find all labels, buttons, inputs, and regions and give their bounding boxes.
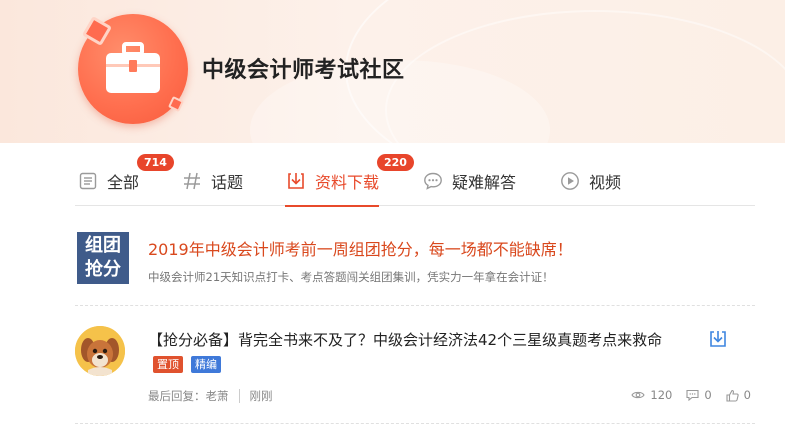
tab-label: 疑难解答 [452, 173, 517, 192]
tab-label: 全部 [107, 173, 140, 192]
thumbs-up-icon [726, 389, 739, 402]
pinned-tag: 置顶 [153, 356, 183, 373]
view-count: 120 [631, 388, 672, 402]
tab-label: 视频 [589, 173, 622, 192]
comment-icon [686, 389, 699, 401]
post-stats: 120 0 0 [617, 388, 751, 402]
list-icon [77, 170, 99, 192]
notice-subtitle: 中级会计师21天知识点打卡、考点答题闯关组团集训，凭实力一年拿在会计证！ [148, 270, 554, 284]
count-badge: 714 [137, 154, 174, 171]
avatar[interactable] [75, 326, 125, 376]
briefcase-icon [106, 42, 160, 93]
dog-avatar-icon [75, 326, 125, 376]
like-count[interactable]: 0 [726, 388, 751, 402]
tab-videos[interactable]: 视频 [559, 156, 621, 206]
featured-tag: 精编 [191, 356, 221, 373]
tab-label: 话题 [211, 173, 244, 192]
hash-icon [181, 170, 203, 192]
comment-count[interactable]: 0 [686, 388, 712, 402]
post-meta: 最后回复：老萧 刚刚 [148, 388, 273, 404]
count-badge: 220 [377, 154, 414, 171]
download-icon [285, 170, 307, 192]
group-score-icon: 组团 抢分 [77, 232, 129, 284]
community-logo [78, 14, 188, 124]
download-icon[interactable] [708, 329, 728, 349]
pinned-notice[interactable]: 组团 抢分 2019年中级会计师考前一周组团抢分，每一场都不能缺席！ 中级会计师… [75, 206, 755, 306]
last-reply: 最后回复：老萧 [148, 389, 229, 403]
tab-downloads[interactable]: 资料下载 220 [285, 154, 414, 207]
tab-all[interactable]: 全部 714 [77, 154, 174, 206]
eye-icon [631, 391, 646, 399]
post-time: 刚刚 [249, 389, 273, 403]
post-title-link[interactable]: 【抢分必备】背完全书来不及了？中级会计经济法42个三星级真题考点来救命 [148, 329, 662, 350]
tab-topics[interactable]: 话题 [181, 156, 243, 206]
tab-bar: 全部 714 话题 资料下载 220 疑难解答 视频 [75, 154, 755, 207]
community-banner: 中级会计师考试社区 [0, 0, 785, 143]
play-icon [559, 170, 581, 192]
divider [238, 389, 240, 403]
tab-qa[interactable]: 疑难解答 [422, 156, 516, 206]
community-title: 中级会计师考试社区 [202, 58, 405, 83]
notice-title-link[interactable]: 2019年中级会计师考前一周组团抢分，每一场都不能缺席！ [148, 236, 573, 260]
chat-icon [422, 170, 444, 192]
tab-label: 资料下载 [315, 173, 380, 192]
post-item[interactable]: 【抢分必备】背完全书来不及了？中级会计经济法42个三星级真题考点来救命 置顶 精… [75, 306, 755, 424]
